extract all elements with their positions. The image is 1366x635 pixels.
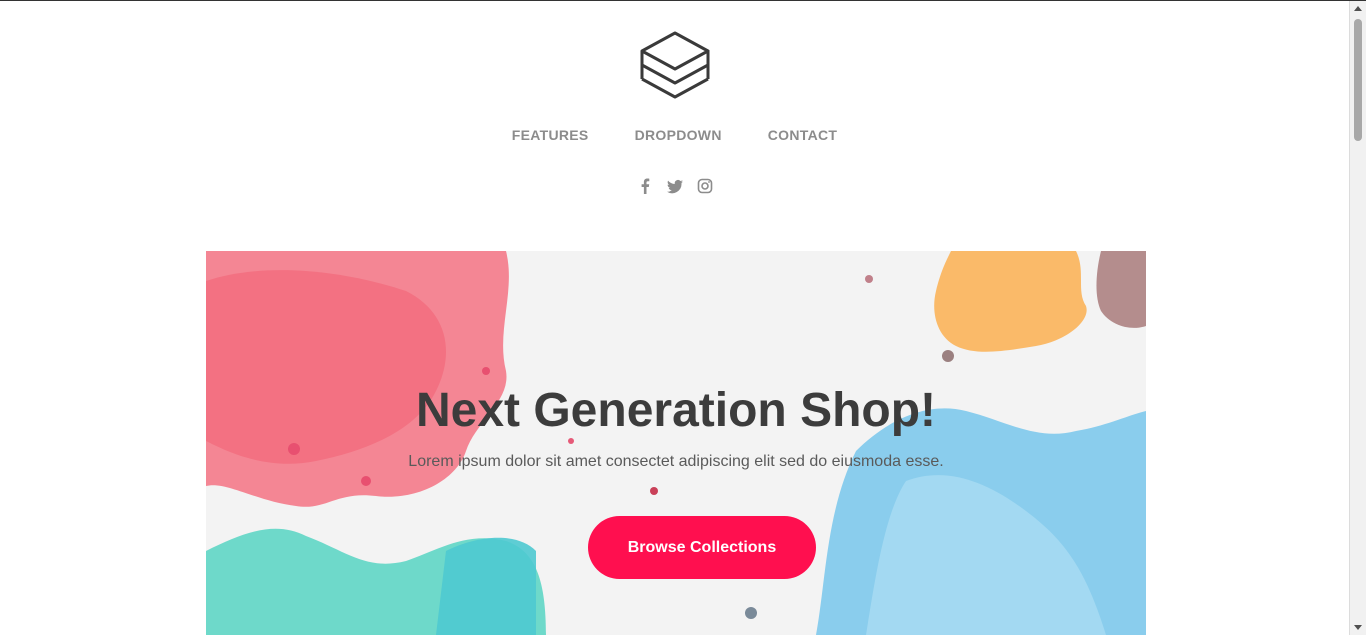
hero-banner: Next Generation Shop! Lorem ipsum dolor … [206, 251, 1146, 635]
hero-subtitle: Lorem ipsum dolor sit amet consectet adi… [408, 453, 944, 470]
page-scrollbar[interactable] [1349, 1, 1366, 635]
nav-contact[interactable]: CONTACT [768, 127, 838, 143]
facebook-icon[interactable] [637, 178, 653, 194]
scroll-down-arrow-icon[interactable] [1354, 625, 1362, 630]
nav-features[interactable]: FEATURES [512, 127, 589, 143]
twitter-icon[interactable] [666, 178, 683, 194]
layers-icon[interactable] [638, 29, 712, 105]
browse-collections-button[interactable]: Browse Collections [588, 516, 816, 579]
scroll-up-arrow-icon[interactable] [1354, 6, 1362, 11]
instagram-icon[interactable] [697, 178, 713, 194]
main-nav: FEATURES DROPDOWN CONTACT [0, 127, 1349, 143]
scroll-thumb[interactable] [1354, 19, 1362, 141]
hero-title: Next Generation Shop! [415, 384, 937, 437]
social-links [0, 178, 1349, 194]
nav-dropdown[interactable]: DROPDOWN [635, 127, 722, 143]
